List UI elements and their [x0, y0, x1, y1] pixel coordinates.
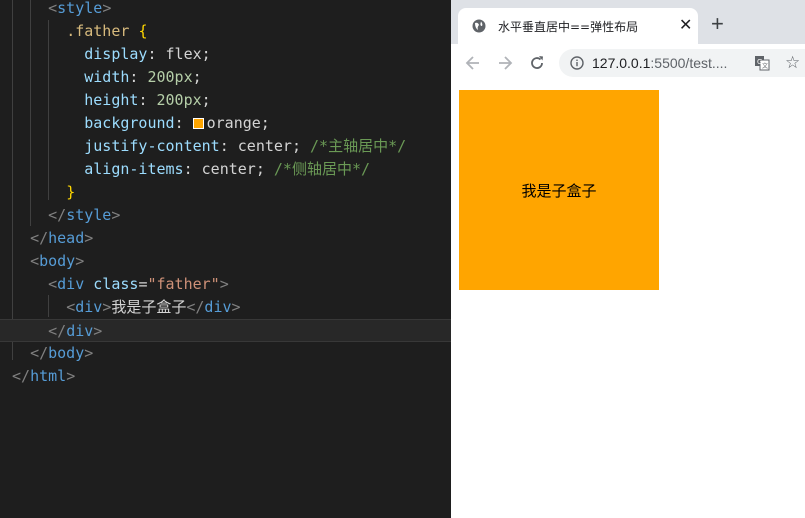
- translate-icon[interactable]: G 文: [754, 55, 770, 71]
- code-token: div: [57, 275, 85, 293]
- code-token: display: [84, 45, 148, 63]
- code-token: align-items: [84, 160, 184, 178]
- code-token: html: [30, 367, 67, 385]
- code-line[interactable]: <div class="father">: [12, 273, 451, 296]
- code-line[interactable]: <style>: [12, 0, 451, 20]
- code-token: </: [186, 298, 205, 316]
- code-token: .father: [66, 22, 130, 40]
- code-token: 我是子盒子: [111, 298, 187, 316]
- code-token: head: [48, 229, 85, 247]
- url-host: 127.0.0.1: [592, 55, 651, 71]
- code-token: </: [12, 367, 31, 385]
- code-token: {: [138, 22, 148, 40]
- code-line[interactable]: }: [12, 181, 451, 204]
- code-line[interactable]: </html>: [12, 365, 451, 388]
- code-token: :: [129, 68, 148, 86]
- code-token: : center;: [183, 160, 274, 178]
- code-line[interactable]: </style>: [12, 204, 451, 227]
- url-path: :5500/test....: [650, 55, 728, 71]
- code-token: :: [138, 91, 157, 109]
- browser-toolbar: 127.0.0.1:5500/test.... G 文 ☆: [451, 44, 805, 83]
- color-swatch-icon[interactable]: [192, 118, 204, 129]
- code-token: <: [48, 275, 58, 293]
- back-arrow-icon[interactable]: [463, 53, 483, 73]
- code-lines[interactable]: <style> .father { display: flex; width: …: [0, 0, 451, 388]
- code-token: </: [48, 322, 67, 340]
- code-token: 200px: [147, 68, 193, 86]
- code-token: body: [48, 344, 85, 362]
- browser-window: 水平垂直居中==弹性布局 ✕ + 127.0.0.1:5500/test....: [451, 0, 805, 518]
- code-line[interactable]: background: orange;: [12, 112, 451, 135]
- code-line[interactable]: align-items: center; /*侧轴居中*/: [12, 158, 451, 181]
- code-line[interactable]: justify-content: center; /*主轴居中*/: [12, 135, 451, 158]
- browser-tab[interactable]: 水平垂直居中==弹性布局 ✕: [458, 8, 698, 44]
- url-text[interactable]: 127.0.0.1:5500/test....: [592, 49, 727, 77]
- code-token: :: [174, 114, 193, 132]
- code-line[interactable]: <body>: [12, 250, 451, 273]
- code-token: background: [84, 114, 175, 132]
- code-editor[interactable]: <style> .father { display: flex; width: …: [0, 0, 451, 518]
- code-token: : center;: [219, 137, 311, 155]
- code-token: >: [219, 275, 229, 293]
- code-token: div: [75, 298, 103, 316]
- code-line[interactable]: width: 200px;: [12, 66, 451, 89]
- code-token: <: [48, 0, 58, 17]
- page-viewport: 我是子盒子: [451, 82, 805, 518]
- code-token: >: [84, 229, 94, 247]
- code-line[interactable]: <div>我是子盒子</div>: [12, 296, 451, 319]
- father-box: 我是子盒子: [459, 90, 659, 290]
- info-icon[interactable]: [570, 56, 584, 70]
- forward-arrow-icon[interactable]: [495, 53, 515, 73]
- code-token: class: [93, 275, 139, 293]
- code-token: div: [66, 322, 94, 340]
- code-token: >: [231, 298, 241, 316]
- code-token: ;: [192, 68, 202, 86]
- code-token: </: [30, 229, 49, 247]
- code-token: >: [75, 252, 85, 270]
- code-line[interactable]: display: flex;: [12, 43, 451, 66]
- code-token: <: [30, 252, 40, 270]
- svg-text:文: 文: [762, 62, 768, 70]
- code-token: >: [102, 298, 112, 316]
- address-bar[interactable]: 127.0.0.1:5500/test.... G 文 ☆: [559, 49, 805, 77]
- code-token: <: [66, 298, 76, 316]
- code-line[interactable]: height: 200px;: [12, 89, 451, 112]
- code-token: height: [84, 91, 139, 109]
- code-token: >: [93, 322, 103, 340]
- code-token: }: [66, 183, 76, 201]
- code-token: </: [48, 206, 67, 224]
- code-token: /*主轴居中*/: [310, 137, 407, 155]
- code-token: </: [30, 344, 49, 362]
- code-token: "father": [147, 275, 220, 293]
- close-icon[interactable]: ✕: [679, 18, 692, 34]
- code-token: ;: [201, 91, 211, 109]
- code-token: 200px: [156, 91, 202, 109]
- code-token: style: [66, 206, 112, 224]
- code-token: justify-content: [84, 137, 220, 155]
- reload-icon[interactable]: [527, 53, 547, 73]
- code-line[interactable]: .father {: [12, 20, 451, 43]
- code-token: width: [84, 68, 130, 86]
- code-token: div: [204, 298, 232, 316]
- code-token: : flex;: [147, 45, 211, 63]
- code-token: /*侧轴居中*/: [273, 160, 371, 178]
- code-token: orange;: [206, 114, 270, 132]
- code-token: >: [102, 0, 112, 17]
- code-line[interactable]: </body>: [12, 342, 451, 365]
- code-token: >: [84, 344, 94, 362]
- code-token: >: [66, 367, 76, 385]
- code-line[interactable]: </div>: [0, 319, 451, 342]
- tab-title: 水平垂直居中==弹性布局: [498, 20, 639, 34]
- globe-icon: [472, 19, 486, 33]
- star-icon[interactable]: ☆: [785, 53, 800, 73]
- child-box-text: 我是子盒子: [521, 181, 597, 200]
- code-token: style: [57, 0, 103, 17]
- code-token: >: [111, 206, 121, 224]
- new-tab-button[interactable]: +: [711, 13, 724, 35]
- code-line[interactable]: </head>: [12, 227, 451, 250]
- code-token: body: [39, 252, 76, 270]
- tab-strip: 水平垂直居中==弹性布局 ✕ +: [451, 0, 805, 44]
